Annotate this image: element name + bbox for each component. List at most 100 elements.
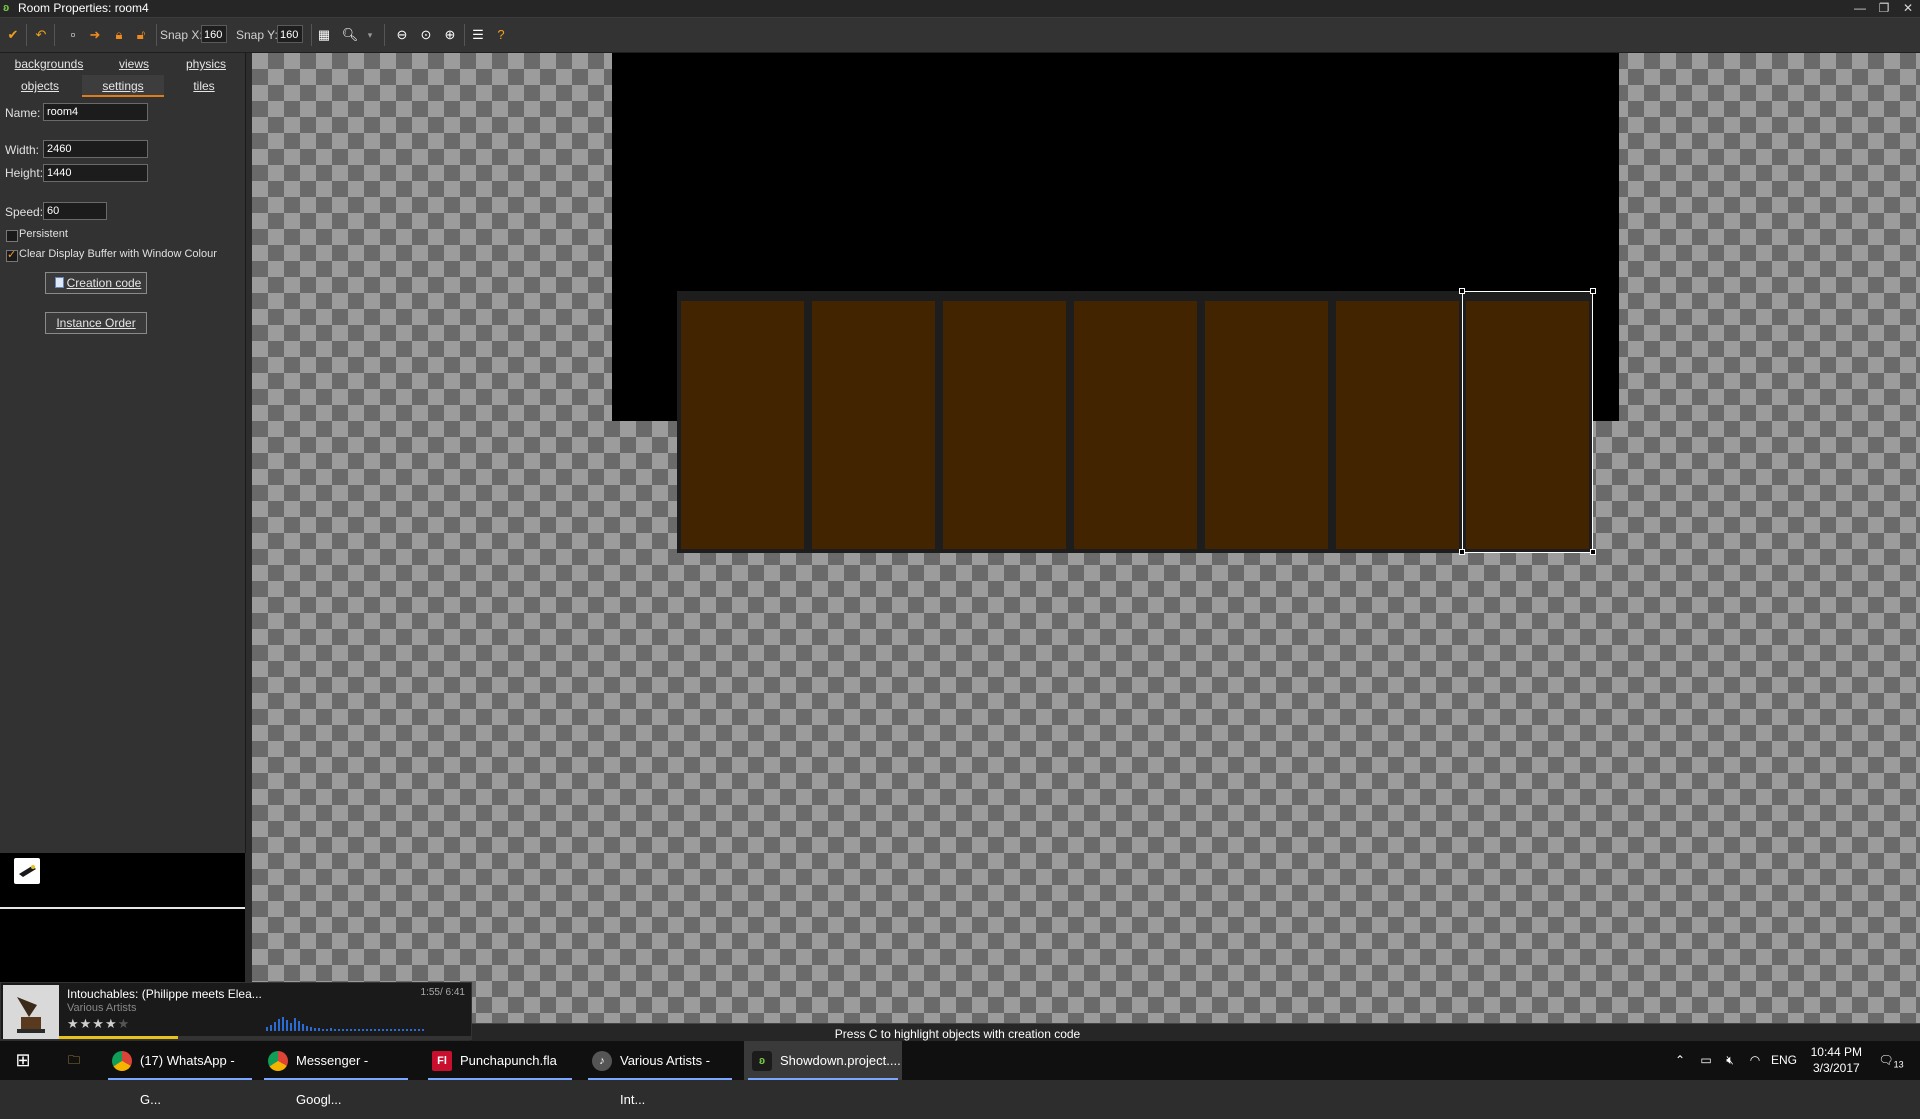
clear-display-checkbox[interactable] (6, 248, 18, 262)
track-progress-fill (59, 1036, 179, 1039)
close-button[interactable]: ✕ (1896, 0, 1920, 17)
tab-objects[interactable]: objects (0, 75, 80, 97)
wifi-icon[interactable]: ◠ (1746, 1041, 1764, 1080)
visualizer-bar (382, 1029, 384, 1031)
toolbar-separator (384, 24, 385, 46)
visualizer-bar (378, 1029, 380, 1031)
width-label: Width: (5, 143, 40, 157)
height-input[interactable]: 1440 (43, 164, 148, 182)
taskbar-item-whatsapp[interactable]: (17) WhatsApp - G... (104, 1041, 256, 1107)
tab-settings[interactable]: settings (82, 75, 164, 97)
plank-tile[interactable] (1201, 291, 1332, 553)
visualizer-bar (278, 1019, 280, 1031)
clear-room-icon[interactable]: ▫ (64, 26, 82, 44)
persistent-checkbox[interactable] (6, 230, 18, 242)
shift-instances-icon[interactable]: ➜ (86, 26, 104, 44)
object-thumbnail[interactable] (14, 858, 40, 884)
visualizer-bar (286, 1020, 288, 1031)
volume-muted-icon[interactable]: 🔇︎ (1720, 1041, 1740, 1080)
toolbar-separator (464, 24, 465, 46)
selection-handle[interactable] (1590, 549, 1596, 555)
name-input[interactable]: room4 (43, 103, 148, 121)
window-title: Room Properties: room4 (18, 1, 149, 15)
instance-order-button[interactable]: Instance Order (45, 312, 147, 334)
album-art (3, 985, 59, 1039)
selection-handle[interactable] (1459, 288, 1465, 294)
selection-handle[interactable] (1590, 288, 1596, 294)
visualizer-bar (358, 1029, 360, 1031)
creation-code-button[interactable]: Creation code (45, 272, 147, 294)
plank-tile[interactable] (1332, 291, 1463, 553)
visualizer-bar (298, 1021, 300, 1031)
visualizer-bar (306, 1026, 308, 1031)
chevron-down-icon[interactable]: ▾ (361, 26, 379, 44)
tab-row-2: objects settings tiles (0, 75, 245, 97)
taskbar-item-label: Various Artists - Int... (620, 1053, 711, 1107)
taskbar-item-gamemaker[interactable]: ʚ Showdown.project.... (744, 1041, 902, 1080)
speed-input[interactable]: 60 (43, 202, 107, 220)
plank-tile[interactable] (808, 291, 939, 553)
tab-tiles[interactable]: tiles (164, 75, 244, 97)
clock[interactable]: 10:44 PM 3/3/2017 (1811, 1044, 1862, 1076)
tab-backgrounds[interactable]: backgrounds (0, 53, 98, 75)
zoom-reset-icon[interactable]: ⊙ (417, 26, 435, 44)
media-player-widget[interactable]: Intouchables: (Philippe meets Elea... Va… (0, 982, 472, 1040)
snap-y-label: Snap Y: (236, 28, 278, 42)
visualizer-bar (350, 1029, 352, 1031)
visualizer-bar (390, 1029, 392, 1031)
visualizer-bar (422, 1029, 424, 1031)
visualizer-bar (402, 1029, 404, 1031)
visualizer-bar (362, 1029, 364, 1031)
rating-stars[interactable]: ★★★★★ (67, 1016, 130, 1032)
snap-x-input[interactable]: 160 (201, 25, 227, 43)
restore-button[interactable]: ❐ (1872, 0, 1896, 17)
creation-code-label: Creation code (66, 276, 142, 290)
visualizer-bar (346, 1029, 348, 1031)
track-artist: Various Artists (67, 1002, 137, 1014)
visualizer-bar (342, 1029, 344, 1031)
room-properties-panel: backgrounds views physics objects settin… (0, 53, 246, 853)
selection-box[interactable] (1462, 291, 1593, 553)
ok-check-icon[interactable]: ✔ (4, 26, 22, 44)
gamemaker-icon: ʚ (752, 1051, 772, 1071)
minimize-button[interactable]: — (1848, 0, 1872, 17)
visualizer-bar (310, 1027, 312, 1031)
width-input[interactable]: 2460 (43, 140, 148, 158)
file-explorer-icon[interactable]: 🗀︎ (60, 1041, 88, 1080)
undo-icon[interactable]: ↶ (32, 26, 50, 44)
taskbar: ⊞ 🗀︎ (17) WhatsApp - G... Messenger - Go… (0, 1041, 1920, 1107)
toolbar-separator (26, 24, 27, 46)
language-indicator[interactable]: ENG (1768, 1041, 1800, 1080)
zoom-in-icon[interactable]: ⊕ (441, 26, 459, 44)
windows-start-icon[interactable]: ⊞ (0, 1041, 46, 1080)
list-icon[interactable]: ☰ (469, 26, 487, 44)
help-icon[interactable]: ? (492, 26, 510, 44)
script-icon (55, 277, 64, 288)
track-progress[interactable] (59, 1036, 471, 1039)
snap-y-input[interactable]: 160 (277, 25, 303, 43)
room-toolbar: ✔ ↶ ▫ ➜ 🔒︎ 🔓︎ Snap X: 160 Snap Y: 160 ▦ … (0, 18, 1920, 53)
tab-physics[interactable]: physics (164, 53, 248, 75)
visualizer-bar (282, 1017, 284, 1031)
tab-row-1: backgrounds views physics (0, 53, 245, 75)
zoom-icon[interactable]: 🔍︎ (341, 26, 359, 44)
selection-handle[interactable] (1459, 549, 1465, 555)
grid-icon[interactable]: ▦ (315, 26, 333, 44)
taskbar-item-messenger[interactable]: Messenger - Googl... (260, 1041, 412, 1107)
taskbar-item-media-player[interactable]: ♪ Various Artists - Int... (584, 1041, 736, 1107)
audio-visualizer (266, 1007, 466, 1031)
media-player-icon: ♪ (592, 1051, 612, 1071)
speed-label: Speed: (5, 205, 44, 219)
clear-display-label: Clear Display Buffer with Window Colour (19, 248, 217, 260)
battery-icon[interactable]: ▭ (1696, 1041, 1716, 1080)
taskbar-item-flash[interactable]: Fl Punchapunch.fla (424, 1041, 576, 1080)
plank-tile[interactable] (677, 291, 808, 553)
chevron-up-icon[interactable]: ⌃ (1672, 1041, 1688, 1080)
plank-tile[interactable] (939, 291, 1070, 553)
lock-icon[interactable]: 🔒︎ (110, 26, 128, 44)
unlock-icon[interactable]: 🔓︎ (132, 26, 150, 44)
plank-tile[interactable] (1070, 291, 1201, 553)
snap-x-label: Snap X: (160, 28, 203, 42)
zoom-out-icon[interactable]: ⊖ (393, 26, 411, 44)
notification-center-icon[interactable]: 🗨︎13 (1876, 1041, 1906, 1080)
